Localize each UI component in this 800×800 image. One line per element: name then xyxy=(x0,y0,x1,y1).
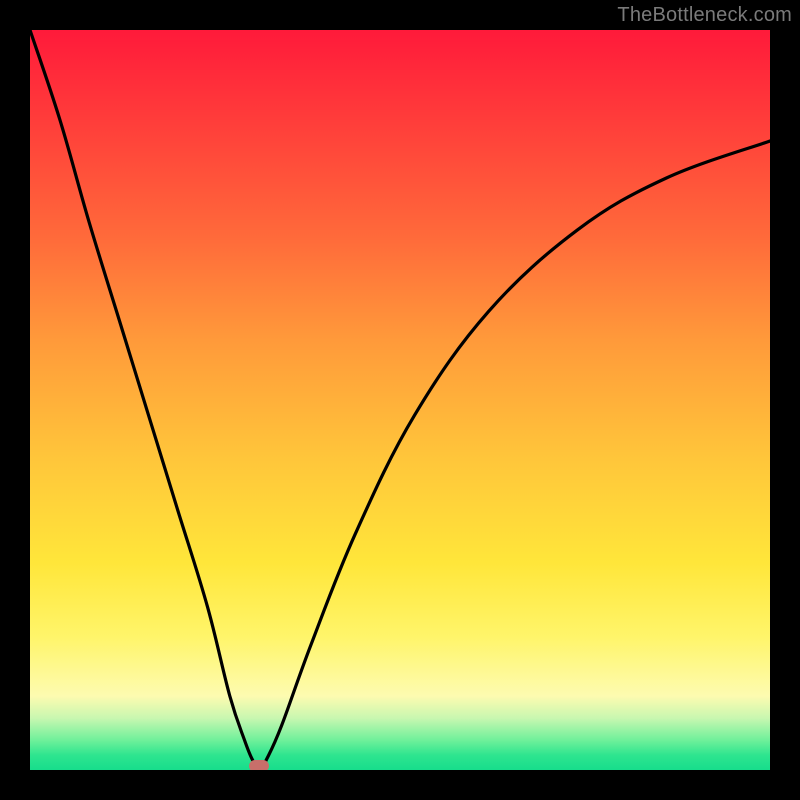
chart-frame: TheBottleneck.com xyxy=(0,0,800,800)
bottleneck-curve-path xyxy=(30,30,770,770)
optimal-point-marker xyxy=(249,760,269,770)
bottleneck-curve xyxy=(30,30,770,770)
plot-area xyxy=(30,30,770,770)
watermark-text: TheBottleneck.com xyxy=(617,4,792,27)
